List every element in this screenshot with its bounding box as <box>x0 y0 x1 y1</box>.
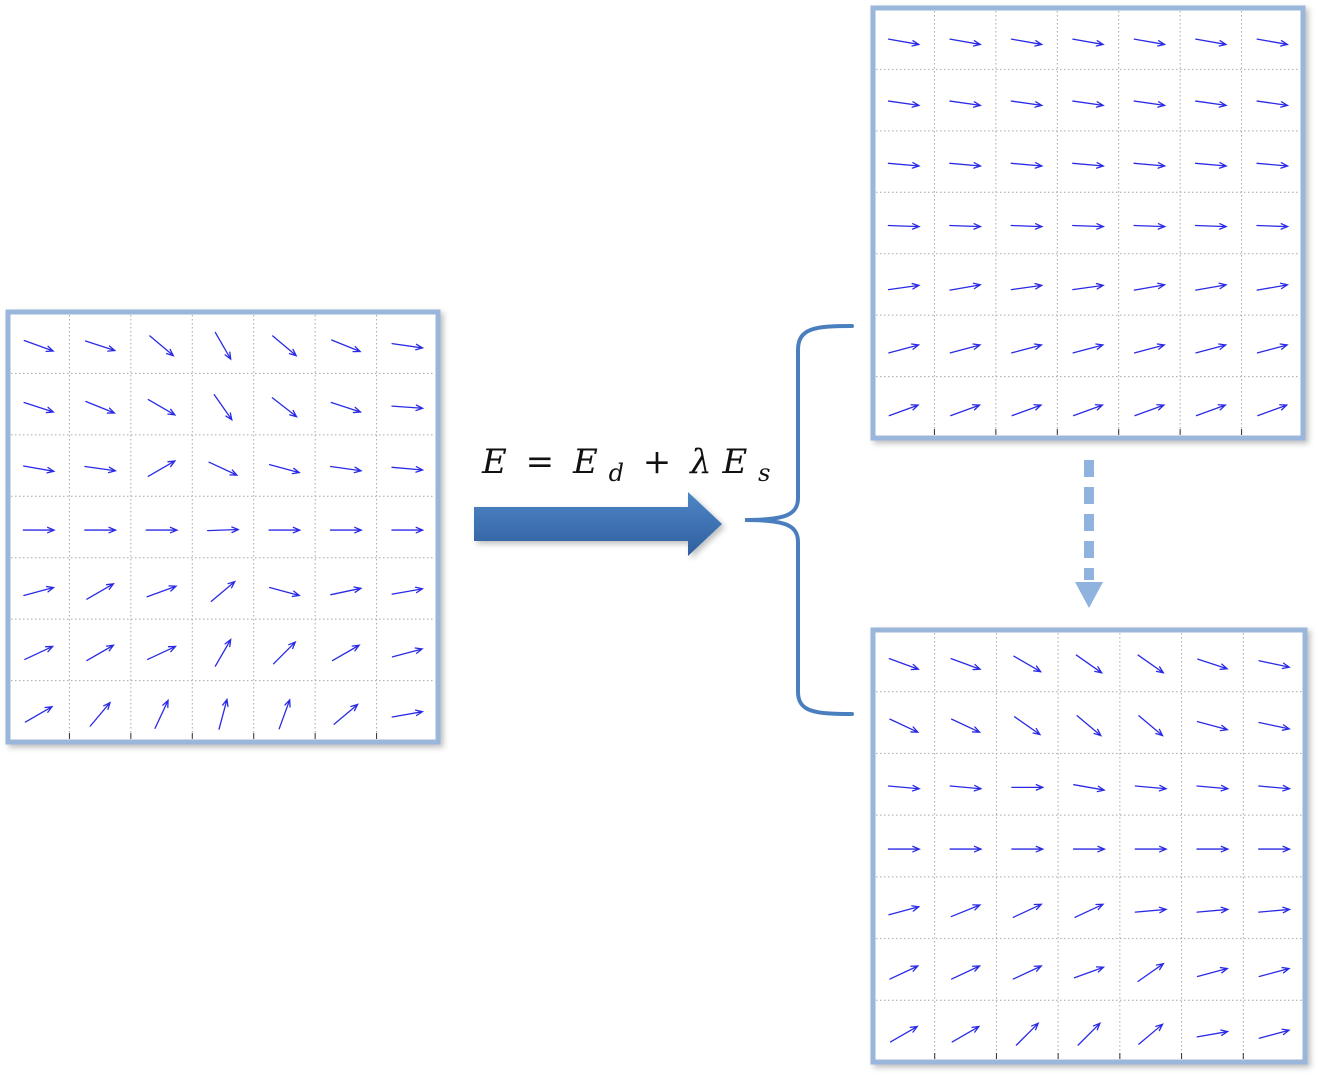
equation-term1-subscript: d <box>609 459 624 487</box>
dashed-down-arrow <box>1075 460 1103 608</box>
energy-equation: E = E d + λ E s <box>481 442 770 490</box>
panel-frame <box>5 309 441 745</box>
panel-frame <box>870 5 1306 441</box>
preserved-result-panel <box>870 627 1308 1065</box>
equation-plus: + <box>643 442 672 482</box>
equation-lhs: E <box>481 442 507 482</box>
equation-lambda: λ <box>688 442 712 482</box>
result-brace <box>744 324 854 716</box>
diagram-canvas: E = E d + λ E s <box>5 5 1308 1065</box>
smooth-result-panel <box>870 5 1306 441</box>
equation-equals: = <box>526 442 555 482</box>
main-transform-arrow <box>474 492 722 556</box>
equation-term2: E <box>721 442 747 482</box>
equation-term2-subscript: s <box>758 459 770 487</box>
equation-term1: E <box>572 442 598 482</box>
input-vector-field-panel <box>5 309 441 745</box>
panel-frame <box>870 627 1308 1065</box>
